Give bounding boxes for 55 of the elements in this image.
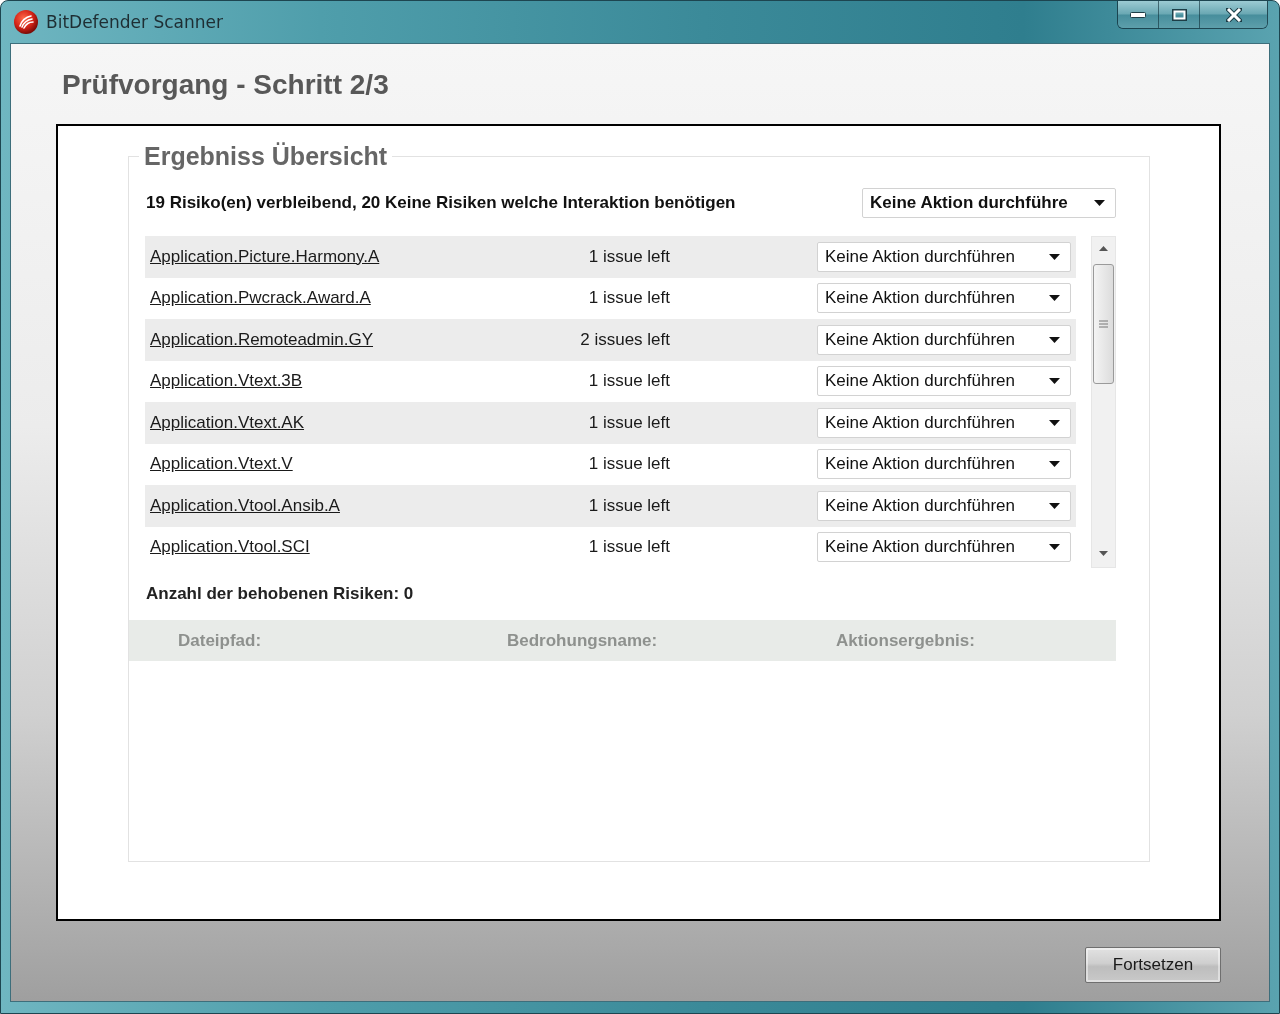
action-dropdown[interactable]: Keine Aktion durchführen	[817, 283, 1071, 314]
close-button[interactable]	[1200, 1, 1267, 28]
column-header: Aktionsergebnis:	[836, 630, 975, 651]
threat-link[interactable]: Application.Vtext.AK	[150, 412, 305, 433]
maximize-icon	[1171, 8, 1187, 21]
threat-link[interactable]: Application.Remoteadmin.GY	[150, 329, 373, 350]
issue-count: 1 issue left	[588, 495, 670, 516]
threat-link[interactable]: Application.Pwcrack.Award.A	[150, 288, 371, 309]
minimize-icon	[1130, 11, 1146, 18]
threat-link[interactable]: Application.Vtool.SCI	[150, 537, 310, 558]
scroll-up-icon[interactable]	[1099, 246, 1108, 251]
threat-link[interactable]: Application.Vtext.V	[150, 454, 293, 475]
action-dropdown[interactable]: Keine Aktion durchführen	[817, 532, 1071, 563]
maximize-button[interactable]	[1159, 1, 1200, 28]
minimize-button[interactable]	[1118, 1, 1159, 28]
scrollbar[interactable]	[1091, 236, 1116, 568]
column-header: Dateipfad:	[178, 630, 262, 651]
threat-link[interactable]: Application.Picture.Harmony.A	[150, 246, 380, 267]
caret-icon	[1049, 502, 1060, 509]
page-heading: Prüfvorgang - Schritt 2/3	[62, 68, 389, 102]
threat-link[interactable]: Application.Vtool.Ansib.A	[150, 495, 340, 516]
action-dropdown[interactable]: Keine Aktion durchführen	[817, 407, 1071, 438]
action-dropdown[interactable]: Keine Aktion durchführen	[817, 324, 1071, 355]
caret-icon	[1049, 295, 1060, 302]
scroll-down-icon[interactable]	[1099, 551, 1108, 556]
fixed-risks-count: Anzahl der behobenen Risiken: 0	[146, 584, 414, 604]
bulk-action-dropdown[interactable]: Keine Aktion durchführe	[862, 188, 1116, 218]
action-dropdown[interactable]: Keine Aktion durchführen	[817, 366, 1071, 397]
issue-count: 1 issue left	[588, 454, 670, 475]
window-title: BitDefender Scanner	[46, 12, 223, 32]
issue-count: 1 issue left	[588, 288, 670, 309]
grip-icon	[1099, 320, 1108, 328]
issue-count: 2 issues left	[580, 329, 670, 350]
close-icon	[1225, 7, 1242, 22]
issue-count: 1 issue left	[588, 246, 670, 267]
threat-link[interactable]: Application.Vtext.3B	[150, 371, 303, 392]
column-header: Bedrohungsname:	[507, 630, 658, 651]
action-dropdown[interactable]: Keine Aktion durchführen	[817, 490, 1071, 521]
app-logo-icon	[14, 10, 38, 34]
caret-icon	[1049, 253, 1060, 260]
caret-icon	[1094, 200, 1105, 206]
risk-summary: 19 Risiko(en) verbleibend, 20 Keine Risiken welche Interaktion benötigen	[146, 193, 736, 213]
caret-icon	[1049, 336, 1060, 343]
action-dropdown[interactable]: Keine Aktion durchführen	[817, 241, 1071, 272]
caret-icon	[1049, 544, 1060, 551]
group-title: Ergebniss Übersicht	[143, 141, 389, 171]
continue-button[interactable]: Fortsetzen	[1085, 947, 1221, 983]
issue-count: 1 issue left	[588, 537, 670, 558]
issue-count: 1 issue left	[588, 371, 670, 392]
scrollbar-thumb[interactable]	[1093, 264, 1114, 384]
caret-icon	[1049, 461, 1060, 468]
action-dropdown[interactable]: Keine Aktion durchführen	[817, 449, 1071, 480]
caret-icon	[1049, 419, 1060, 426]
caret-icon	[1049, 378, 1060, 385]
issue-count: 1 issue left	[588, 412, 670, 433]
